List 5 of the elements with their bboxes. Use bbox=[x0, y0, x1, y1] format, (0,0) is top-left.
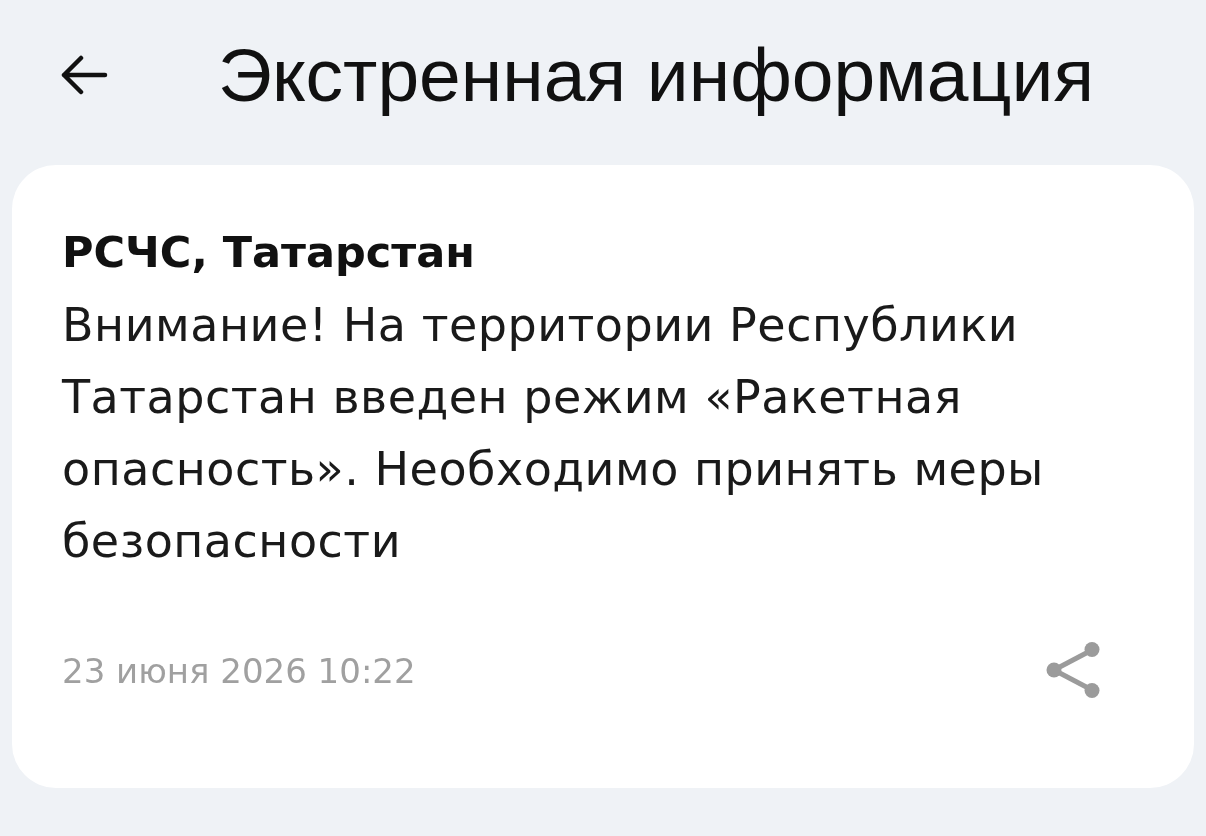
share-icon bbox=[1044, 639, 1102, 700]
alert-source: РСЧС, Татарстан bbox=[62, 227, 476, 279]
alert-timestamp: 23 июня 2026 10:22 bbox=[62, 650, 416, 694]
alert-message: Внимание! На территории Республики Татарстан введен режим «Ракетная опасность». Необходимо принять меры безопасности bbox=[62, 296, 1045, 570]
back-arrow-icon bbox=[59, 55, 109, 95]
